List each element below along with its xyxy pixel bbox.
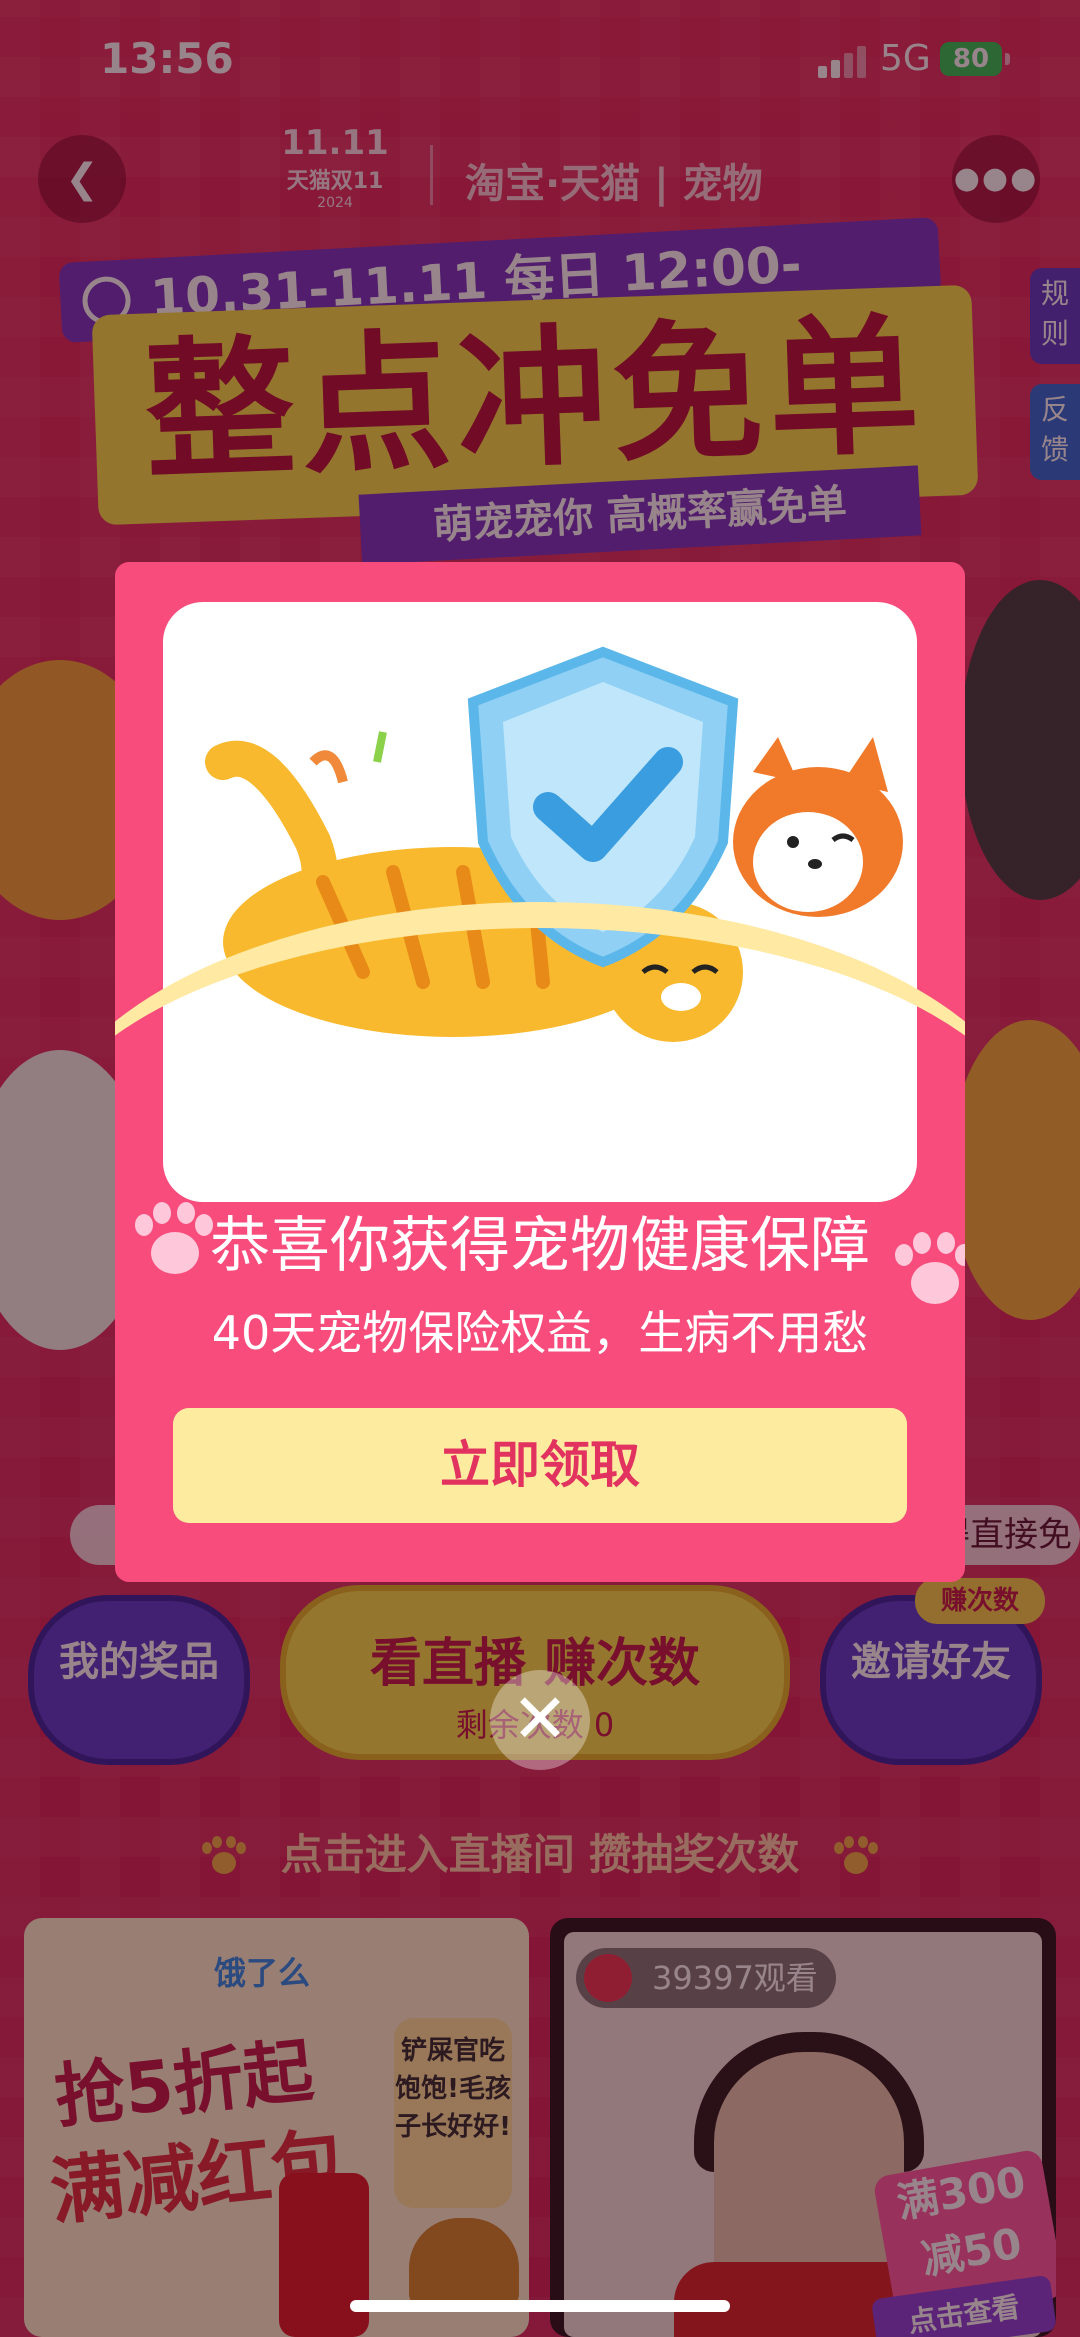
modal-subtitle: 40天宠物保险权益，生病不用愁	[211, 1306, 869, 1360]
modal-title: 恭喜你获得宠物健康保障	[210, 1211, 870, 1281]
close-icon: ✕	[511, 1680, 569, 1759]
reward-modal: 恭喜你获得宠物健康保障 40天宠物保险权益，生病不用愁 立即领取	[115, 562, 965, 1582]
claim-now-button[interactable]: 立即领取	[173, 1408, 907, 1523]
home-indicator[interactable]	[350, 2300, 730, 2312]
modal-close-button[interactable]: ✕	[490, 1670, 590, 1770]
shiba-dog-illustration	[733, 737, 903, 917]
